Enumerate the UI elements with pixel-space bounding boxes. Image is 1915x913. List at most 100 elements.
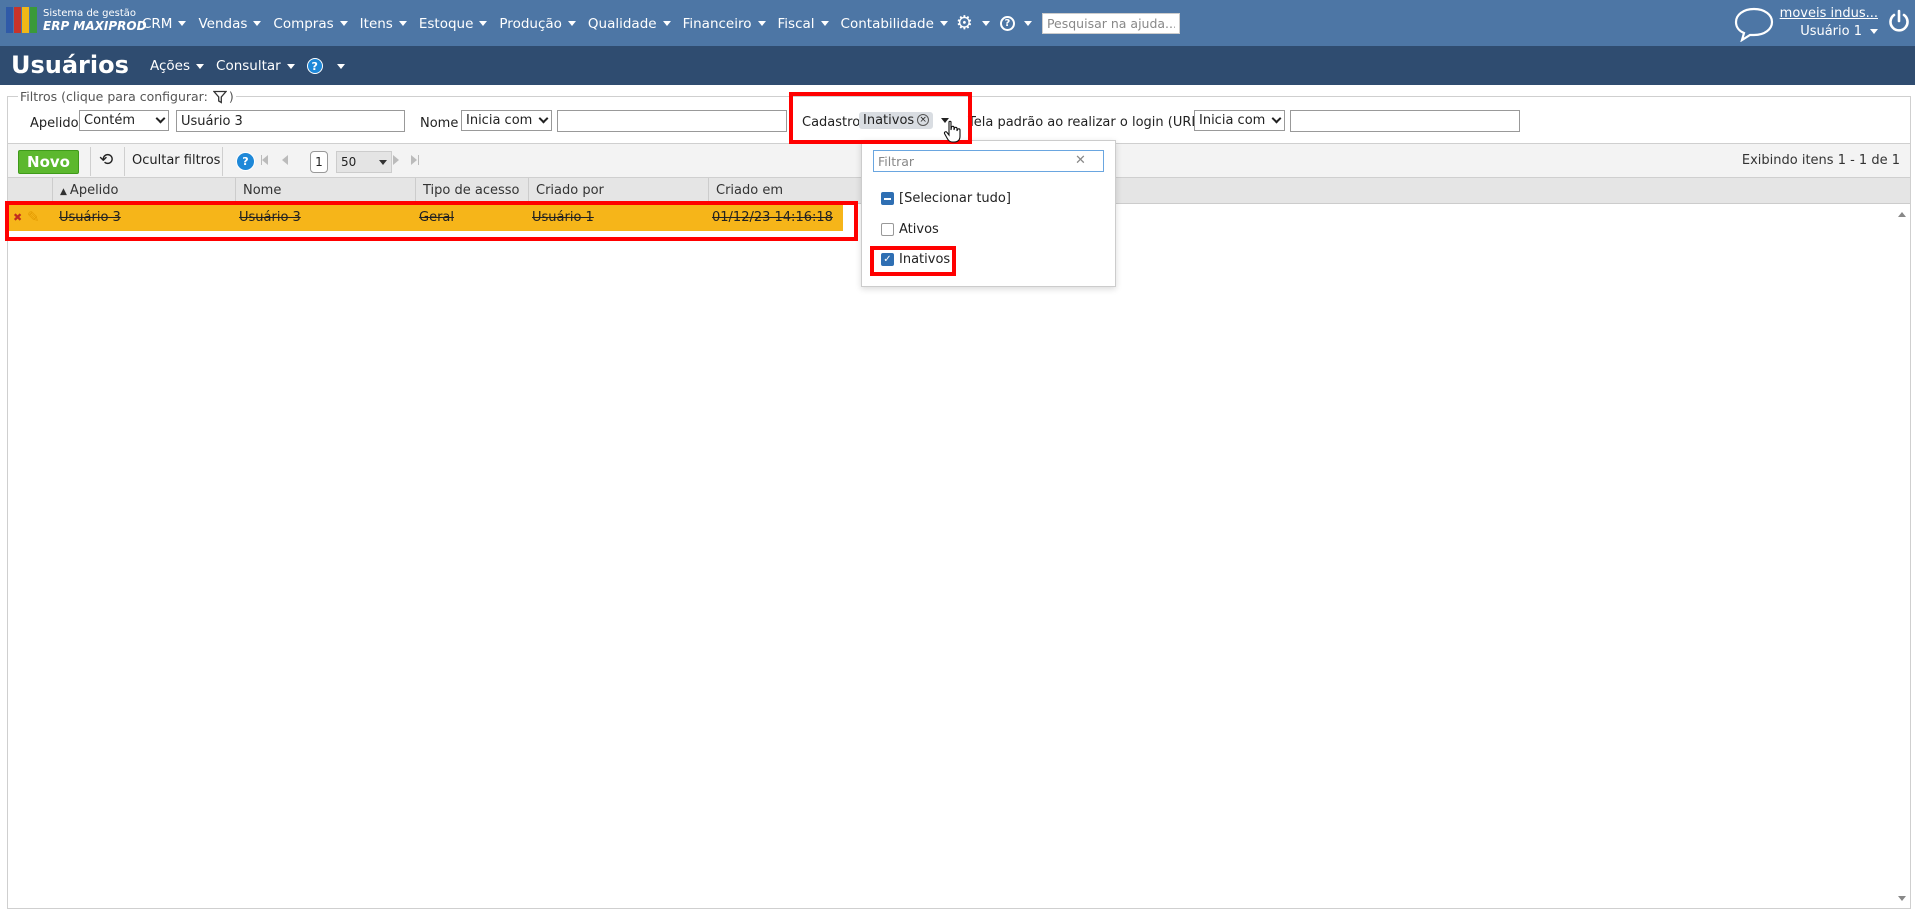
- menu-itens-label: Itens: [359, 15, 393, 32]
- cursor-hand-icon: [943, 120, 963, 148]
- close-icon[interactable]: ✕: [1075, 153, 1086, 168]
- highlight-result-row: [5, 201, 858, 241]
- filters-legend[interactable]: Filtros (clique para configurar: ): [18, 89, 236, 104]
- nome-filter-label: Nome: [420, 116, 459, 131]
- last-page-icon[interactable]: [411, 155, 417, 165]
- tela-operator-select[interactable]: Inicia com: [1194, 110, 1285, 131]
- checkbox-unchecked: [881, 223, 894, 236]
- page-help-menu[interactable]: ?: [306, 58, 345, 74]
- consult-menu[interactable]: Consultar: [216, 58, 295, 74]
- caret-down-icon: [379, 159, 387, 165]
- help-icon: ?: [306, 58, 323, 74]
- users-grid: ▲ Apelido Nome Tipo de acesso Criado por …: [7, 178, 1911, 909]
- prev-page-icon[interactable]: [282, 155, 288, 165]
- caret-down-icon: [1870, 29, 1878, 34]
- actions-menu-label: Ações: [150, 58, 191, 74]
- help-menu[interactable]: ?: [999, 16, 1032, 31]
- caret-down-icon: [398, 21, 407, 26]
- caret-down-icon: [939, 21, 948, 26]
- popup-filter-input[interactable]: [873, 150, 1104, 172]
- refresh-icon[interactable]: ⟲: [99, 152, 113, 169]
- page-title-bar: Usuários Ações Consultar ?: [0, 46, 1915, 85]
- chat-bubble-icon[interactable]: [1734, 6, 1774, 46]
- tela-filter-label: Tela padrão ao realizar o login (URL): [968, 115, 1204, 130]
- power-icon[interactable]: [1888, 9, 1910, 37]
- help-icon[interactable]: ?: [236, 152, 255, 171]
- menu-estoque[interactable]: Estoque: [419, 16, 488, 32]
- menu-financeiro-label: Financeiro: [682, 15, 752, 32]
- menu-itens[interactable]: Itens: [360, 16, 407, 32]
- menu-vendas[interactable]: Vendas: [198, 15, 262, 32]
- logo-title: ERP MAXIPROD: [43, 19, 147, 33]
- new-button[interactable]: Novo: [18, 150, 79, 174]
- erp-logo[interactable]: Sistema de gestão ERP MAXIPROD: [6, 7, 147, 33]
- caret-down-icon: [981, 21, 990, 26]
- menu-compras-label: Compras: [273, 15, 334, 32]
- menu-qualidade-label: Qualidade: [587, 15, 657, 32]
- apelido-filter-input[interactable]: [176, 110, 405, 132]
- menu-fiscal[interactable]: Fiscal: [778, 16, 829, 32]
- column-tipo-label: Tipo de acesso: [423, 183, 520, 198]
- menu-financeiro[interactable]: Financeiro: [683, 16, 766, 32]
- user-menu[interactable]: Usuário 1: [1800, 24, 1878, 39]
- menu-crm-label: CRM: [142, 15, 173, 32]
- caret-down-icon: [339, 21, 348, 26]
- page-title: Usuários: [11, 51, 129, 79]
- page-size-value: 50: [341, 155, 357, 169]
- settings-menu[interactable]: ⚙: [956, 14, 990, 33]
- menu-contabilidade[interactable]: Contabilidade: [841, 16, 948, 32]
- option-ativos[interactable]: Ativos: [881, 222, 939, 237]
- option-ativos-label: Ativos: [899, 222, 939, 237]
- page-size-select[interactable]: 50: [336, 151, 392, 173]
- main-menu: CRM Vendas Compras Itens Estoque Produçã…: [142, 13, 1180, 34]
- toolbar-divider: [124, 147, 125, 176]
- erp-logo-icon: [6, 7, 37, 33]
- highlight-inativos-option: [870, 246, 956, 276]
- caret-down-icon: [757, 21, 766, 26]
- column-criado-por-label: Criado por: [536, 183, 604, 198]
- chevron-down-icon: [538, 113, 549, 124]
- menu-fiscal-label: Fiscal: [777, 15, 815, 32]
- chevron-down-icon: [155, 113, 166, 124]
- menu-producao-label: Produção: [499, 15, 562, 32]
- company-link[interactable]: moveis indus...: [1778, 6, 1878, 21]
- column-nome-label: Nome: [243, 183, 282, 198]
- apelido-operator-value: Contém: [84, 113, 136, 128]
- menu-estoque-label: Estoque: [418, 15, 474, 32]
- checkbox-indeterminate: [881, 192, 894, 205]
- menu-crm[interactable]: CRM: [142, 15, 187, 32]
- nome-filter-input[interactable]: [557, 110, 787, 132]
- caret-down-icon: [336, 63, 345, 69]
- column-criado-em-label: Criado em: [716, 183, 783, 198]
- current-page[interactable]: 1: [310, 151, 328, 173]
- toolbar-divider: [222, 147, 223, 176]
- option-select-all[interactable]: [Selecionar tudo]: [881, 191, 1011, 206]
- pagination-info: Exibindo itens 1 - 1 de 1: [1741, 153, 1900, 168]
- menu-qualidade[interactable]: Qualidade: [588, 16, 671, 32]
- tela-filter-input[interactable]: [1290, 110, 1520, 132]
- sort-asc-icon: ▲: [60, 187, 67, 197]
- menu-compras[interactable]: Compras: [273, 15, 348, 32]
- nome-operator-value: Inicia com: [466, 113, 533, 128]
- tela-operator-value: Inicia com: [1199, 113, 1266, 128]
- scroll-down-arrow[interactable]: [1898, 896, 1906, 901]
- menu-producao[interactable]: Produção: [499, 16, 576, 32]
- apelido-filter-label: Apelido: [30, 116, 79, 131]
- toolbar-divider: [90, 147, 91, 176]
- next-page-icon[interactable]: [393, 155, 399, 165]
- user-area: moveis indus... Usuário 1: [1778, 6, 1878, 39]
- first-page-icon[interactable]: [262, 155, 268, 165]
- last-page-bar: [418, 155, 419, 165]
- scroll-up-arrow[interactable]: [1898, 212, 1906, 217]
- actions-menu[interactable]: Ações: [150, 58, 205, 74]
- help-icon: ?: [999, 16, 1015, 31]
- apelido-operator-select[interactable]: Contém: [79, 110, 169, 131]
- hide-filters-button[interactable]: Ocultar filtros: [132, 153, 220, 168]
- top-navigation-bar: Sistema de gestão ERP MAXIPROD CRM Venda…: [0, 0, 1915, 46]
- caret-down-icon: [286, 63, 295, 69]
- page-actions-menu: Ações Consultar ?: [150, 58, 357, 74]
- help-search-input[interactable]: [1041, 13, 1180, 34]
- nome-operator-select[interactable]: Inicia com: [461, 110, 552, 131]
- user-name-label: Usuário 1: [1800, 24, 1862, 39]
- menu-vendas-label: Vendas: [198, 15, 248, 32]
